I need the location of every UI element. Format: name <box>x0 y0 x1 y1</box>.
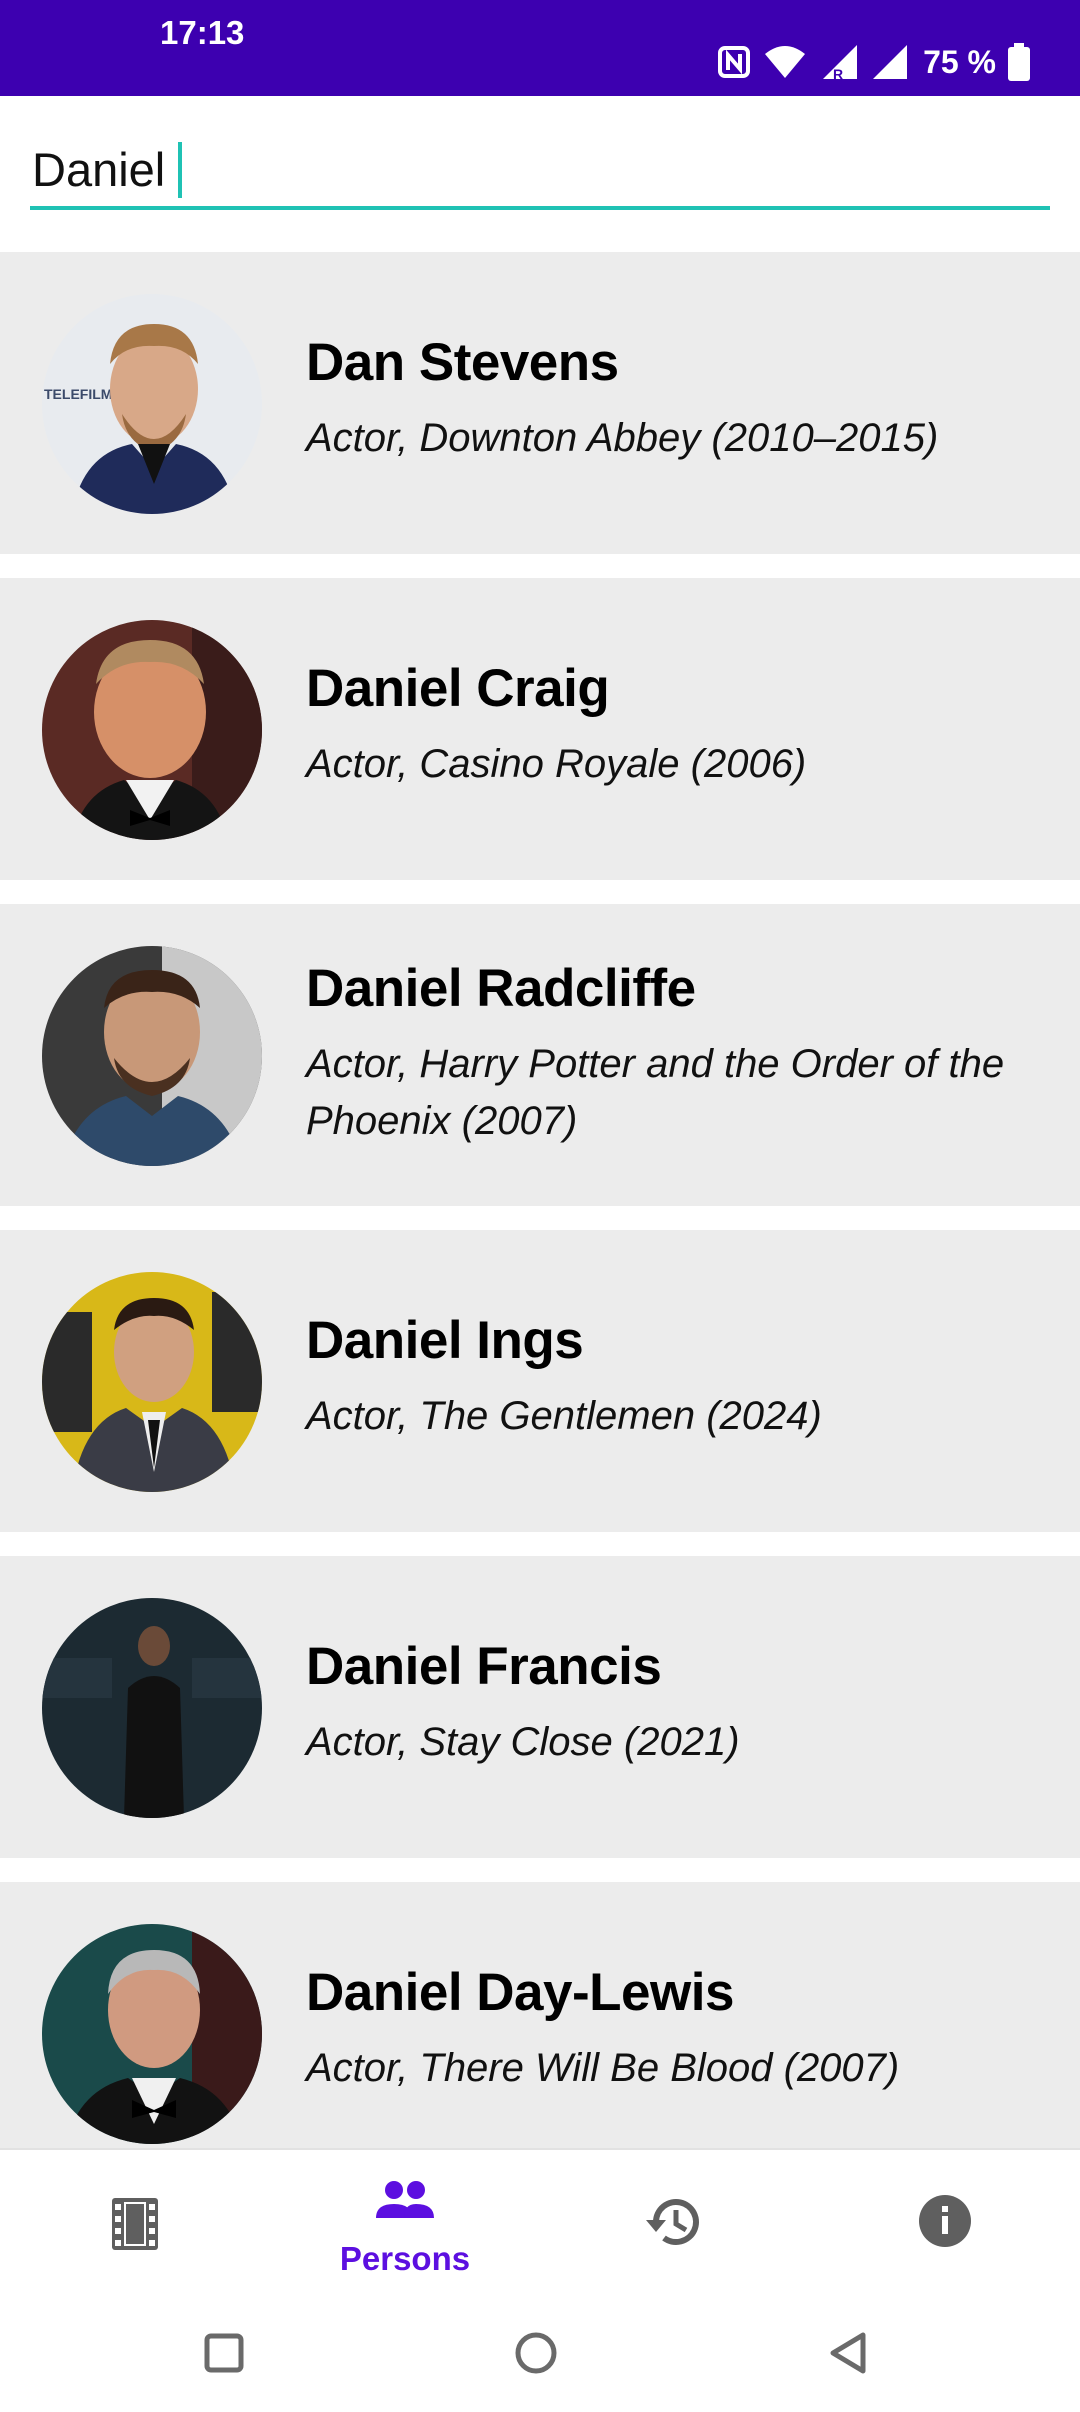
home-button[interactable] <box>476 2294 596 2412</box>
nav-tab-history[interactable] <box>540 2150 810 2296</box>
wifi-icon <box>763 44 807 80</box>
signal-icon <box>871 43 909 81</box>
status-bar: 17:13 R 75 % <box>0 0 1080 96</box>
bottom-navigation: Persons <box>0 2148 1080 2294</box>
avatar <box>42 1272 262 1492</box>
nav-tab-info[interactable] <box>810 2150 1080 2296</box>
avatar <box>42 1924 262 2144</box>
signal-roaming-icon: R <box>819 43 859 81</box>
battery-icon <box>1008 43 1030 81</box>
person-role: Actor, There Will Be Blood (2007) <box>306 2046 900 2090</box>
persons-icon <box>374 2180 436 2225</box>
avatar <box>42 620 262 840</box>
avatar: TELEFILM <box>42 294 262 514</box>
list-item[interactable]: Daniel Radcliffe Actor, Harry Potter and… <box>0 904 1080 1206</box>
text-cursor <box>178 142 182 198</box>
person-name: Daniel Day-Lewis <box>306 1963 734 2022</box>
person-role: Actor, Stay Close (2021) <box>306 1720 740 1764</box>
avatar <box>42 1598 262 1818</box>
film-icon <box>112 2198 158 2255</box>
status-time: 17:13 <box>160 14 245 51</box>
back-button[interactable] <box>788 2294 908 2412</box>
search-input[interactable]: Daniel <box>32 142 165 197</box>
svg-text:TELEFILM: TELEFILM <box>44 386 112 402</box>
list-item[interactable]: Daniel Francis Actor, Stay Close (2021) <box>0 1556 1080 1858</box>
search-bar: Daniel <box>0 96 1080 252</box>
person-name: Daniel Radcliffe <box>306 959 696 1018</box>
person-role: Actor, The Gentlemen (2024) <box>306 1394 822 1438</box>
system-navigation-bar <box>0 2294 1080 2412</box>
person-list[interactable]: TELEFILM Dan Stevens Actor, Downton Abbe… <box>0 252 1080 2148</box>
person-name: Daniel Ings <box>306 1311 584 1370</box>
nav-label-persons: Persons <box>339 2240 471 2277</box>
person-role: Actor, Harry Potter and the Order of the… <box>306 1042 1005 1143</box>
nav-tab-movies[interactable] <box>0 2150 270 2296</box>
list-item[interactable]: TELEFILM Dan Stevens Actor, Downton Abbe… <box>0 252 1080 554</box>
history-icon <box>646 2194 704 2255</box>
status-icons: R 75 % <box>717 40 1030 84</box>
list-item[interactable]: Daniel Day-Lewis Actor, There Will Be Bl… <box>0 1882 1080 2148</box>
svg-text:R: R <box>833 66 843 81</box>
avatar <box>42 946 262 1166</box>
person-name: Dan Stevens <box>306 333 619 392</box>
person-role: Actor, Downton Abbey (2010–2015) <box>306 416 939 460</box>
person-role: Actor, Casino Royale (2006) <box>306 742 807 786</box>
person-name: Daniel Craig <box>306 659 610 718</box>
search-underline <box>30 206 1050 210</box>
person-name: Daniel Francis <box>306 1637 662 1696</box>
list-item[interactable]: Daniel Ings Actor, The Gentlemen (2024) <box>0 1230 1080 1532</box>
nav-tab-persons[interactable]: Persons <box>270 2150 540 2296</box>
nfc-icon <box>717 45 751 79</box>
info-icon <box>918 2194 972 2253</box>
recents-button[interactable] <box>164 2294 284 2412</box>
battery-percent: 75 % <box>923 43 996 80</box>
list-item[interactable]: Daniel Craig Actor, Casino Royale (2006) <box>0 578 1080 880</box>
